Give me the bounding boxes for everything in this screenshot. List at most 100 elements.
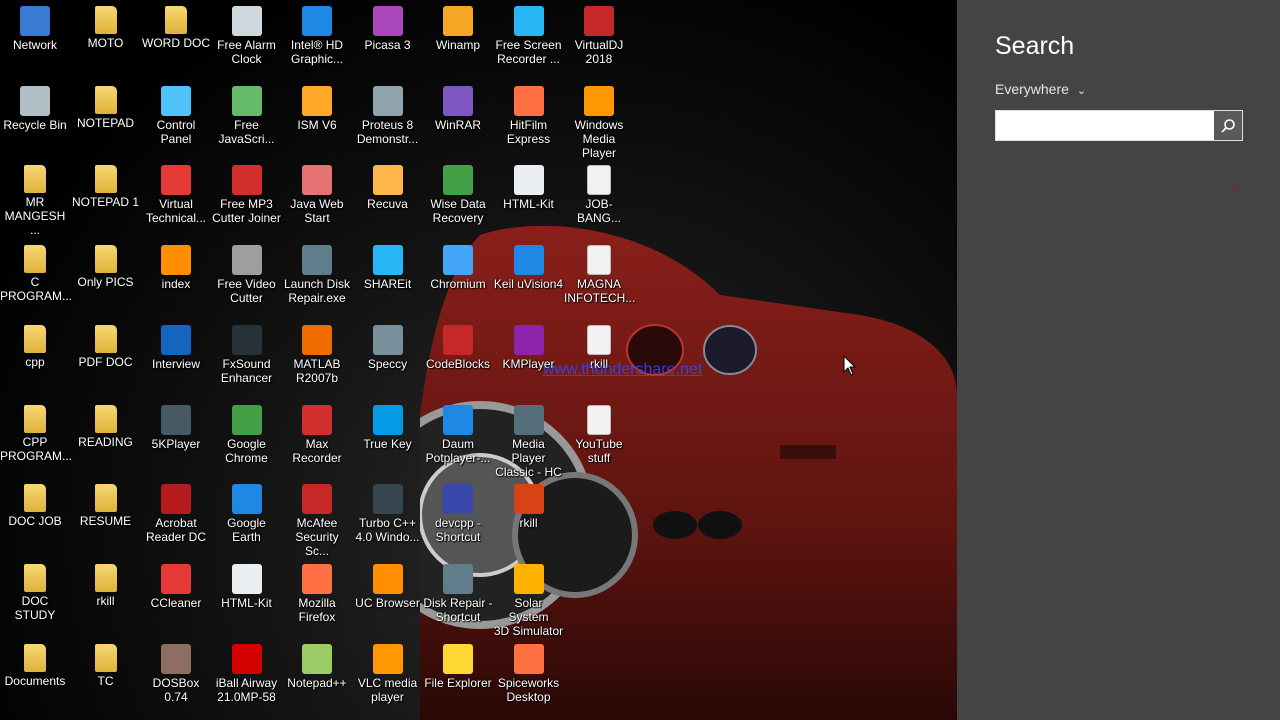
desktop-shortcut[interactable]: Free MP3 Cutter Joiner: [212, 161, 282, 225]
desktop-shortcut[interactable]: Recuva: [353, 161, 423, 211]
desktop-shortcut[interactable]: Chromium: [423, 241, 493, 291]
desktop-shortcut[interactable]: Free Video Cutter: [212, 241, 282, 305]
desktop-shortcut-label: Mozilla Firefox: [298, 595, 336, 624]
desktop-shortcut[interactable]: Media Player Classic - HC: [494, 401, 564, 479]
desktop-shortcut[interactable]: Free Screen Recorder ...: [494, 2, 564, 66]
desktop-shortcut[interactable]: PDF DOC: [71, 321, 141, 369]
desktop-shortcut[interactable]: VirtualDJ 2018: [564, 2, 634, 66]
document-icon: [587, 165, 611, 196]
desktop-shortcut[interactable]: CodeBlocks: [423, 321, 493, 371]
desktop[interactable]: Network MOTO WORD DOC Free Alarm Clock Intel…: [0, 0, 957, 720]
desktop-shortcut[interactable]: MATLAB R2007b: [282, 321, 352, 385]
firefox-icon: [302, 563, 332, 594]
desktop-shortcut[interactable]: HTML-Kit: [212, 560, 282, 610]
desktop-shortcut[interactable]: Google Earth: [212, 480, 282, 544]
desktop-shortcut[interactable]: JOB-BANG...: [564, 161, 634, 225]
desktop-shortcut-label: Spiceworks Desktop: [497, 675, 560, 704]
desktop-shortcut[interactable]: Disk Repair - Shortcut: [423, 560, 493, 624]
desktop-shortcut[interactable]: HitFilm Express: [494, 82, 564, 146]
desktop-shortcut[interactable]: RESUME: [71, 480, 141, 528]
desktop-shortcut[interactable]: HTML-Kit: [494, 161, 564, 211]
desktop-shortcut[interactable]: devcpp - Shortcut: [423, 480, 493, 544]
desktop-shortcut[interactable]: McAfee Security Sc...: [282, 480, 352, 558]
desktop-shortcut[interactable]: 5KPlayer: [141, 401, 211, 451]
desktop-shortcut[interactable]: cpp: [0, 321, 70, 369]
desktop-shortcut-label: MOTO: [87, 36, 124, 50]
desktop-shortcut[interactable]: Keil uVision4: [494, 241, 564, 291]
desktop-shortcut[interactable]: True Key: [353, 401, 423, 451]
desktop-shortcut[interactable]: rkill: [71, 560, 141, 608]
recycle-bin-icon: [20, 85, 50, 116]
search-input[interactable]: [996, 111, 1215, 140]
desktop-shortcut-label: Disk Repair - Shortcut: [423, 595, 493, 624]
desktop-shortcut[interactable]: Control Panel: [141, 82, 211, 146]
desktop-shortcut[interactable]: Documents: [0, 640, 70, 688]
folder-icon: [24, 643, 46, 672]
desktop-shortcut[interactable]: Solar System 3D Simulator: [494, 560, 564, 638]
desktop-shortcut-label: Free MP3 Cutter Joiner: [212, 197, 281, 226]
desktop-shortcut[interactable]: Google Chrome: [212, 401, 282, 465]
desktop-shortcut-label: Windows Media Player: [574, 117, 624, 160]
desktop-shortcut[interactable]: Proteus 8 Demonstr...: [353, 82, 423, 146]
desktop-shortcut[interactable]: DOC JOB: [0, 480, 70, 528]
desktop-shortcut[interactable]: READING: [71, 401, 141, 449]
desktop-shortcut[interactable]: rkill: [494, 480, 564, 530]
desktop-shortcut[interactable]: Spiceworks Desktop: [494, 640, 564, 704]
turbo-cpp-icon: [372, 484, 403, 515]
desktop-shortcut[interactable]: Notepad++: [282, 640, 352, 690]
desktop-shortcut[interactable]: index: [141, 241, 211, 291]
desktop-shortcut[interactable]: DOSBox 0.74: [141, 640, 211, 704]
desktop-shortcut[interactable]: VLC media player: [353, 640, 423, 704]
desktop-shortcut[interactable]: Daum Potplayer-...: [423, 401, 493, 465]
desktop-shortcut[interactable]: UC Browser: [353, 560, 423, 610]
desktop-shortcut[interactable]: Mozilla Firefox: [282, 560, 352, 624]
desktop-shortcut[interactable]: MR MANGESH ...: [0, 161, 70, 237]
desktop-shortcut[interactable]: MOTO: [71, 2, 141, 50]
desktop-shortcut[interactable]: Free Alarm Clock: [212, 2, 282, 66]
desktop-shortcut[interactable]: ISM V6: [282, 82, 352, 132]
desktop-shortcut[interactable]: Turbo C++ 4.0 Windo...: [353, 480, 423, 544]
desktop-shortcut[interactable]: WinRAR: [423, 82, 493, 132]
desktop-shortcut[interactable]: Recycle Bin: [0, 82, 70, 132]
desktop-shortcut[interactable]: WORD DOC: [141, 2, 211, 50]
desktop-shortcut[interactable]: YouTube stuff: [564, 401, 634, 465]
desktop-shortcut[interactable]: Wise Data Recovery: [423, 161, 493, 225]
desktop-shortcut[interactable]: Network: [0, 2, 70, 52]
desktop-shortcut[interactable]: iBall Airway 21.0MP-58: [212, 640, 282, 704]
desktop-shortcut[interactable]: Speccy: [353, 321, 423, 371]
folder-icon: [24, 404, 46, 433]
codeblocks-icon: [443, 324, 473, 355]
desktop-shortcut[interactable]: Virtual Technical...: [141, 161, 211, 225]
desktop-shortcut[interactable]: TC: [71, 640, 141, 688]
desktop-shortcut[interactable]: Only PICS: [71, 241, 141, 289]
desktop-shortcut[interactable]: Intel® HD Graphic...: [282, 2, 352, 66]
desktop-shortcut[interactable]: DOC STUDY: [0, 560, 70, 622]
desktop-shortcut[interactable]: MAGNA INFOTECH...: [564, 241, 635, 305]
search-scope-dropdown[interactable]: Everywhere ⌄: [995, 81, 1086, 97]
desktop-shortcut[interactable]: Java Web Start: [282, 161, 352, 225]
desktop-shortcut[interactable]: CCleaner: [141, 560, 211, 610]
desktop-shortcut[interactable]: NOTEPAD: [71, 82, 141, 130]
desktop-shortcut-label: index: [161, 277, 191, 292]
folder-icon: [24, 563, 46, 592]
desktop-shortcut[interactable]: Interview: [141, 321, 211, 371]
desktop-shortcut[interactable]: SHAREit: [353, 241, 423, 291]
desktop-shortcut[interactable]: Windows Media Player: [564, 82, 634, 160]
document-icon: [587, 245, 611, 276]
desktop-shortcut[interactable]: NOTEPAD 1: [71, 161, 141, 209]
desktop-shortcut[interactable]: Free JavaScri...: [212, 82, 282, 146]
desktop-shortcut[interactable]: Launch Disk Repair.exe: [282, 241, 352, 305]
desktop-shortcut[interactable]: C PROGRAM...: [0, 241, 72, 303]
desktop-shortcut[interactable]: FxSound Enhancer: [212, 321, 282, 385]
search-button[interactable]: [1214, 111, 1242, 140]
desktop-shortcut[interactable]: Winamp: [423, 2, 493, 52]
desktop-shortcut[interactable]: Max Recorder: [282, 401, 352, 465]
desktop-shortcut[interactable]: File Explorer: [423, 640, 493, 690]
desktop-shortcut-label: Free Alarm Clock: [217, 38, 276, 66]
desktop-shortcut[interactable]: Picasa 3: [353, 2, 423, 52]
desktop-shortcut-label: NOTEPAD: [76, 115, 135, 130]
intel-graphics-icon: [302, 6, 332, 36]
desktop-shortcut[interactable]: CPP PROGRAM...: [0, 401, 72, 463]
desktop-shortcut[interactable]: Acrobat Reader DC: [141, 480, 211, 544]
spiceworks-icon: [513, 643, 544, 674]
